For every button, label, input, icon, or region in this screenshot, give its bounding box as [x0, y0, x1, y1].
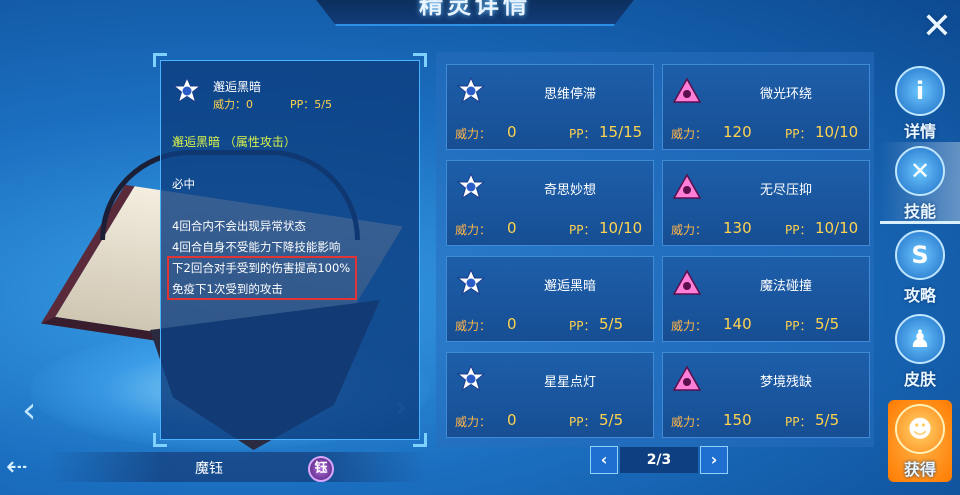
detail-effect-line: 必中	[172, 177, 195, 191]
power-label: 威力：	[671, 415, 708, 429]
skill-card[interactable]: 魔法碰撞 威力： 140 PP： 5/5	[662, 256, 870, 342]
pp-label: PP：	[785, 319, 812, 333]
next-page-button[interactable]: ›	[700, 446, 728, 474]
pp-value: 10/10	[599, 219, 643, 237]
skill-card[interactable]: 微光环绕 威力： 120 PP： 10/10	[662, 64, 870, 150]
pp-label: PP：	[569, 415, 596, 429]
power-value: 130	[723, 219, 752, 237]
skill-name: 梦境残缺	[759, 375, 812, 390]
panel-corner	[413, 53, 427, 67]
panel-corner	[153, 53, 167, 67]
element-badge-icon: 钰	[308, 456, 334, 482]
panel-corner	[413, 433, 427, 447]
power-label: 威力：	[671, 127, 708, 141]
skill-card[interactable]: 无尽压抑 威力： 130 PP： 10/10	[662, 160, 870, 246]
tab-obtain[interactable]: ☻ 获得	[888, 400, 952, 482]
skill-name: 魔法碰撞	[759, 279, 812, 294]
power-value: 0	[507, 315, 517, 333]
tab-label: 技能	[903, 202, 936, 221]
pet-name: 魔钰	[195, 461, 223, 477]
close-button[interactable]: ✕	[918, 8, 956, 46]
pp-value: 15/15	[599, 123, 643, 141]
pp-label: PP：	[569, 223, 596, 237]
tab-skins[interactable]: ♟ 皮肤	[880, 310, 960, 392]
pp-value: 5/5	[599, 411, 624, 429]
skill-name: 星星点灯	[543, 375, 596, 390]
skill-card[interactable]: 奇思妙想 威力： 0 PP： 10/10	[446, 160, 654, 246]
mascot-icon: ☻	[895, 404, 945, 454]
tab-label: 详情	[903, 122, 936, 141]
pp-value: 5/5	[599, 315, 624, 333]
power-label: 威力：	[455, 415, 492, 429]
pp-label: PP：	[785, 415, 812, 429]
tab-label: 皮肤	[903, 370, 936, 389]
detail-effect-line: 4回合自身不受能力下降技能影响	[172, 240, 341, 254]
guide-book-icon: S	[895, 230, 945, 280]
pager: ‹ 2/3 ›	[590, 446, 728, 474]
tab-details[interactable]: i 详情	[880, 62, 960, 144]
skill-card[interactable]: 星星点灯 威力： 0 PP： 5/5	[446, 352, 654, 438]
detail-effect-line: 4回合内不会出现异常状态	[172, 219, 306, 233]
detail-subtitle: 邂逅黑暗 （属性攻击）	[172, 135, 296, 149]
pp-value: 10/10	[815, 123, 859, 141]
pp-value: 10/10	[815, 219, 859, 237]
pp-value: 5/5	[815, 411, 840, 429]
skill-name: 奇思妙想	[543, 183, 596, 198]
info-icon: i	[895, 66, 945, 116]
detail-power: 威力：0	[213, 98, 253, 111]
pp-label: PP：	[785, 223, 812, 237]
skill-card[interactable]: 梦境残缺 威力： 150 PP： 5/5	[662, 352, 870, 438]
pp-label: PP：	[569, 127, 596, 141]
tab-guide[interactable]: S 攻略	[880, 226, 960, 308]
detail-skill-name: 邂逅黑暗	[213, 80, 262, 94]
skill-card[interactable]: 邂逅黑暗 威力： 0 PP： 5/5	[446, 256, 654, 342]
tab-skills[interactable]: ✕ 技能	[880, 142, 960, 224]
power-value: 0	[507, 411, 517, 429]
power-label: 威力：	[455, 319, 492, 333]
pet-name-bar	[48, 452, 428, 482]
page-indicator: 2/3	[620, 447, 698, 473]
power-value: 140	[723, 315, 752, 333]
skill-name: 无尽压抑	[759, 183, 812, 198]
title-banner: 精灵详情	[310, 0, 640, 26]
power-value: 0	[507, 123, 517, 141]
power-value: 150	[723, 411, 752, 429]
panel-corner	[153, 433, 167, 447]
back-arrow-icon[interactable]: ⇠	[6, 452, 28, 482]
prev-pet-arrow-icon[interactable]: ‹	[22, 390, 36, 431]
shirt-icon: ♟	[895, 314, 945, 364]
power-label: 威力：	[455, 127, 492, 141]
crossed-swords-icon: ✕	[895, 146, 945, 196]
power-value: 0	[507, 219, 517, 237]
skill-card[interactable]: 思维停滞 威力： 0 PP： 15/15	[446, 64, 654, 150]
skill-name: 微光环绕	[759, 87, 812, 102]
prev-page-button[interactable]: ‹	[590, 446, 618, 474]
page-title: 精灵详情	[419, 0, 531, 19]
power-value: 120	[723, 123, 752, 141]
star-icon	[173, 77, 201, 104]
power-label: 威力：	[455, 223, 492, 237]
power-label: 威力：	[671, 223, 708, 237]
power-label: 威力：	[671, 319, 708, 333]
highlight-box	[167, 256, 357, 300]
skill-name: 邂逅黑暗	[543, 279, 596, 294]
tab-label: 获得	[903, 460, 936, 479]
skill-name: 思维停滞	[543, 87, 596, 102]
pp-label: PP：	[569, 319, 596, 333]
tab-label: 攻略	[903, 286, 936, 305]
pp-label: PP：	[785, 127, 812, 141]
detail-pp: PP：5/5	[290, 98, 332, 111]
pp-value: 5/5	[815, 315, 840, 333]
